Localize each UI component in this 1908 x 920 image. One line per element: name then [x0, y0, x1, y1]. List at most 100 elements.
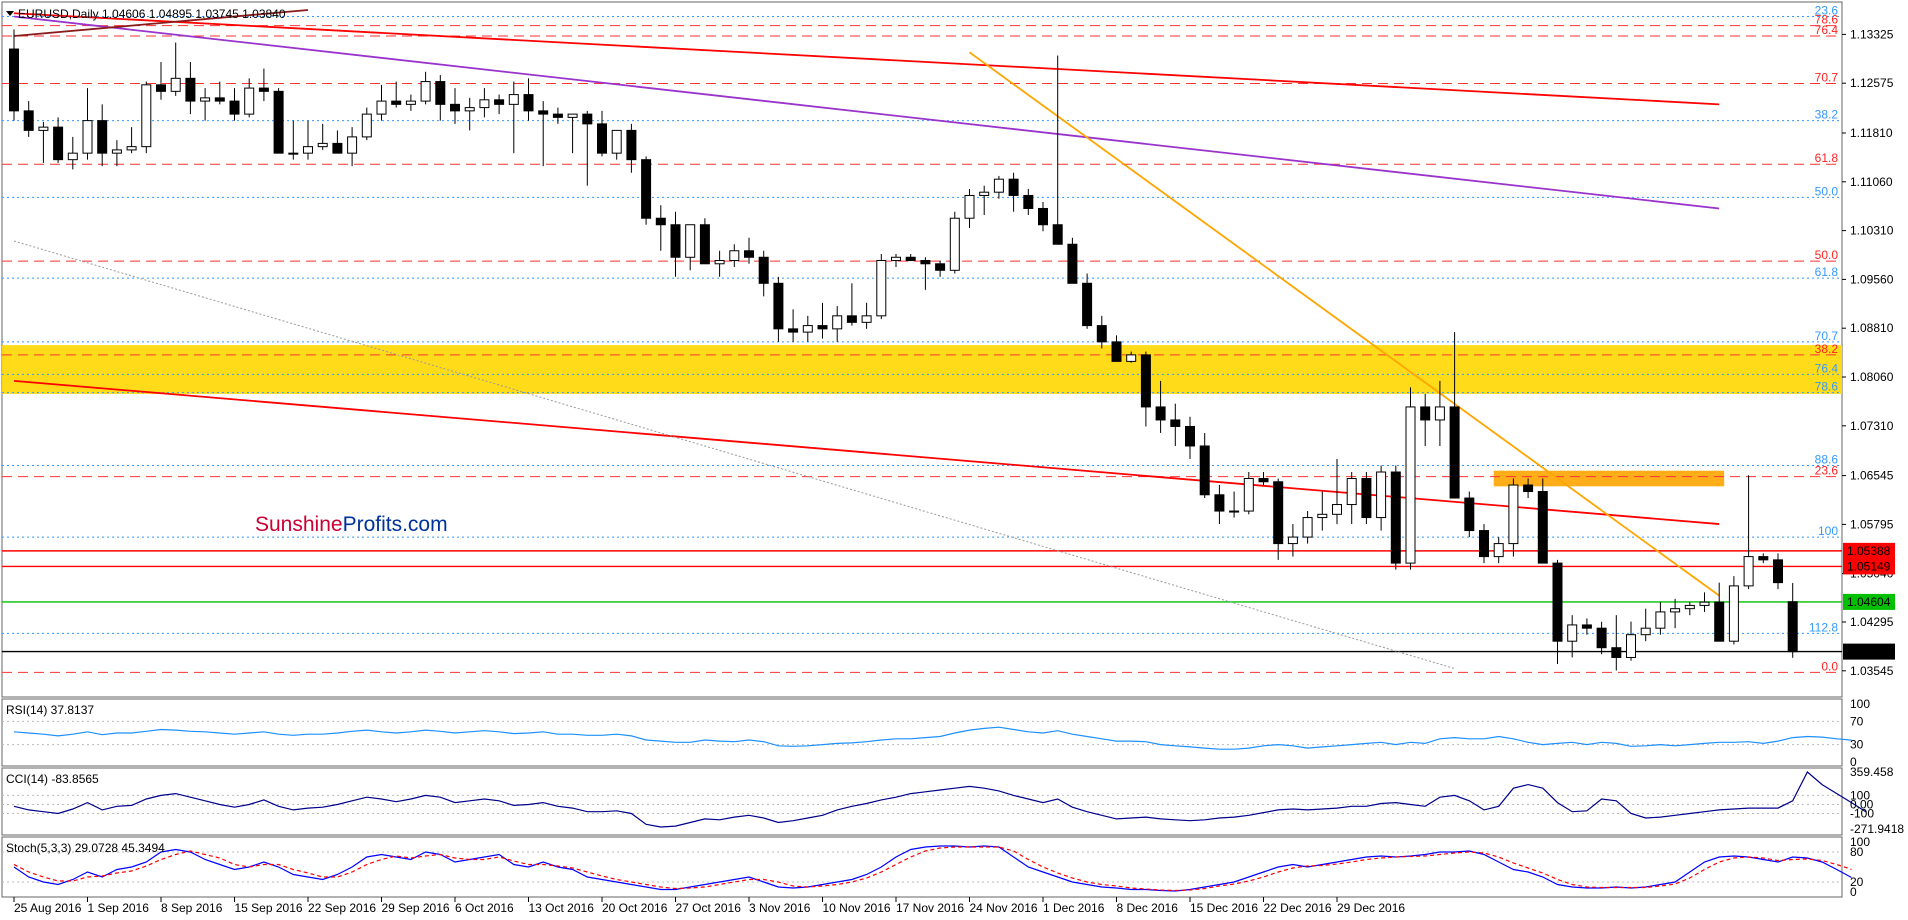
candle-body: [905, 256, 916, 262]
cci-panel: [1, 767, 1843, 836]
fib-red-label-5: 38.2: [1815, 342, 1839, 356]
rsi-panel: [1, 698, 1843, 767]
candle-body: [1302, 517, 1313, 538]
candle-body: [1038, 207, 1048, 226]
date-tick-label: 13 Oct 2016: [529, 901, 595, 915]
candle-body: [1185, 425, 1195, 447]
candle-body: [1479, 530, 1489, 558]
price-tick-label: 1.08810: [1850, 321, 1894, 335]
candle-body: [744, 250, 754, 258]
fib-red-label-3: 61.8: [1815, 151, 1839, 165]
candle-body: [38, 126, 49, 131]
date-tick-label: 3 Nov 2016: [749, 901, 811, 915]
stoch-tick-label: 0: [1850, 885, 1857, 899]
candle-body: [949, 217, 960, 271]
candle-body: [1420, 406, 1431, 421]
candle-body: [552, 113, 563, 118]
candle-body: [317, 142, 328, 148]
candle-body: [332, 142, 343, 154]
candle-body: [802, 325, 813, 333]
candle-body: [288, 152, 299, 155]
chart-canvas: 78.676.470.761.850.038.223.60.023.638.25…: [0, 0, 1908, 920]
candle-body: [464, 107, 475, 112]
cci-tick-label: 359.458: [1850, 765, 1894, 779]
candle-body: [817, 325, 828, 330]
candle-body: [303, 146, 313, 154]
candle-body: [82, 120, 93, 154]
candle-body: [67, 152, 78, 161]
price-tick-label: 1.08060: [1850, 370, 1894, 384]
candle-body: [670, 224, 681, 258]
candle-body: [1434, 406, 1445, 421]
candle-body: [1229, 510, 1240, 513]
candle-body: [1008, 178, 1019, 196]
candle-body: [1405, 406, 1416, 564]
price-tick-label: 1.06545: [1850, 469, 1894, 483]
candle-body: [1361, 478, 1372, 519]
candle-body: [1626, 634, 1636, 658]
candle-body: [111, 149, 122, 154]
candle-body: [1287, 536, 1298, 545]
price-label: 1.05149: [1847, 559, 1891, 573]
candle-body: [1758, 556, 1769, 561]
candle-body: [758, 256, 769, 284]
price-tick-label: 1.07310: [1850, 419, 1894, 433]
candle-body: [229, 100, 240, 115]
date-tick-label: 15 Dec 2016: [1190, 901, 1258, 915]
date-tick-label: 15 Sep 2016: [235, 901, 303, 915]
candle-body: [1258, 478, 1269, 483]
candle-body: [1214, 494, 1225, 512]
cci-title: CCI(14) -83.8565: [6, 772, 99, 786]
candle-body: [420, 81, 431, 102]
candle-body: [655, 217, 666, 226]
price-label: 1.04604: [1847, 595, 1891, 609]
candle-body: [832, 315, 843, 330]
candle-body: [611, 129, 622, 154]
candle-body: [920, 260, 931, 265]
candle-body: [1346, 478, 1357, 506]
fib-blue-label-7: 88.6: [1815, 453, 1839, 467]
price-tick-label: 1.04295: [1850, 615, 1894, 629]
stoch-title: Stoch(5,3,3) 29.0728 45.3494: [6, 841, 165, 855]
cci-tick-label: -100: [1850, 806, 1874, 820]
candle-body: [714, 260, 725, 265]
price-label: 1.03840: [1847, 645, 1891, 659]
date-tick-label: 25 Aug 2016: [14, 901, 82, 915]
candle-body: [1773, 559, 1783, 584]
candle-body: [641, 159, 652, 219]
candle-body: [361, 113, 372, 138]
fib-blue-label-3: 61.8: [1815, 265, 1839, 279]
price-label: 1.05388: [1847, 544, 1891, 558]
fib-red-label-1: 76.4: [1815, 23, 1839, 37]
fib-blue-label-1: 38.2: [1815, 108, 1839, 122]
fib-blue-label-5: 76.4: [1815, 361, 1839, 375]
candle-body: [891, 256, 901, 262]
candle-body: [538, 110, 549, 115]
candle-body: [1155, 406, 1166, 421]
candle-body: [523, 94, 534, 112]
zone-0: [2, 345, 1842, 394]
price-tick-label: 1.11810: [1850, 126, 1893, 140]
date-tick-label: 27 Oct 2016: [676, 901, 742, 915]
candle-body: [435, 81, 446, 105]
rsi-title: RSI(14) 37.8137: [6, 703, 94, 717]
candle-body: [508, 94, 519, 105]
candle-body: [788, 328, 799, 333]
date-tick-label: 29 Sep 2016: [382, 901, 450, 915]
candle-body: [1523, 484, 1534, 493]
price-tick-label: 1.12575: [1850, 76, 1894, 90]
date-tick-label: 8 Dec 2016: [1117, 901, 1179, 915]
rsi-tick-label: 30: [1850, 738, 1864, 752]
candle-body: [1567, 624, 1578, 642]
candle-body: [1140, 354, 1151, 408]
candle-body: [258, 87, 269, 92]
date-tick-label: 1 Sep 2016: [88, 901, 150, 915]
candle-body: [699, 224, 710, 265]
watermark-part1: Sunshine: [255, 513, 343, 536]
price-tick-label: 1.13325: [1850, 27, 1894, 41]
candle-body: [1684, 604, 1695, 610]
candle-body: [773, 282, 784, 330]
candle-body: [126, 146, 137, 151]
candle-body: [1552, 562, 1563, 642]
candle-body: [1376, 471, 1387, 519]
